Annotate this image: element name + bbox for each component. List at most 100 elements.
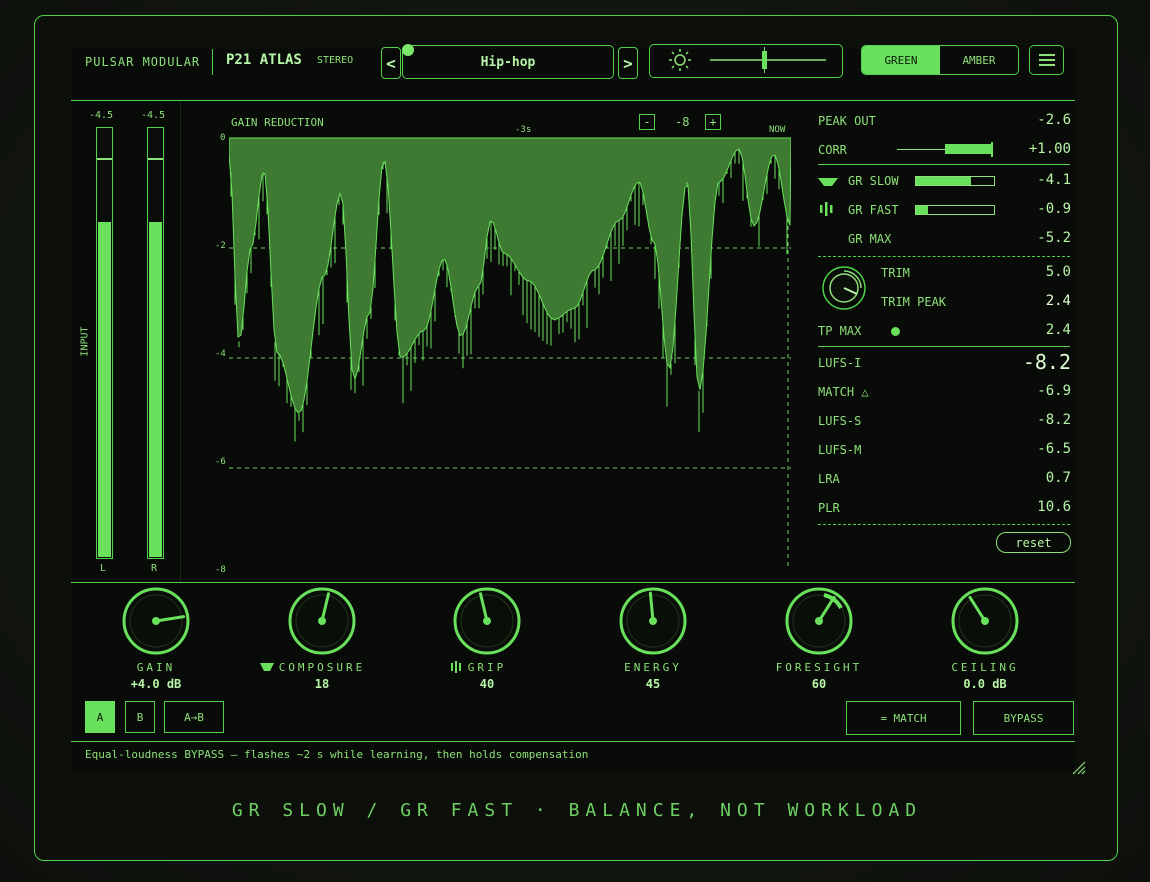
meter-right-label: R (151, 563, 158, 574)
meter-left-readout: -4.5 (89, 110, 114, 121)
gr-title: GAIN REDUCTION (231, 116, 324, 129)
match-value: -6.9 (1037, 383, 1071, 399)
trim-peak-value: 2.4 (1045, 293, 1071, 309)
menu-button[interactable] (1029, 45, 1064, 75)
peak-out-label: PEAK OUT (818, 114, 876, 128)
knob-gain[interactable] (121, 586, 191, 656)
brightness-control[interactable] (649, 44, 843, 78)
tp-max-value: 2.4 (1045, 322, 1071, 338)
knob-grip-label: GRIP (407, 661, 567, 674)
knob-composure-value: 18 (314, 677, 330, 691)
knob-foresight-label: FORESIGHT (775, 661, 863, 674)
bypass-button[interactable]: BYPASS (973, 701, 1074, 735)
brand-name: PULSAR MODULAR (85, 55, 201, 69)
meter-level (98, 222, 111, 557)
theme-toggle: GREEN AMBER (861, 45, 1019, 75)
stats-rule (818, 346, 1070, 347)
gr-ytick-2: -2 (215, 241, 226, 251)
knob-foresight[interactable] (784, 586, 854, 656)
plugin-frame: PULSAR MODULAR P21 ATLAS STEREO < Hip-ho… (34, 15, 1118, 861)
preset-selector[interactable]: Hip-hop (402, 45, 614, 79)
lufs-m-label: LUFS-M (818, 443, 862, 457)
tp-max-indicator-icon (891, 327, 900, 336)
knob-grip[interactable] (452, 586, 522, 656)
trim-peak-label: TRIM PEAK (881, 295, 947, 309)
brightness-slider-icon (669, 47, 826, 73)
ab-a-button[interactable]: A (85, 701, 115, 733)
gr-fast-value: -0.9 (1037, 201, 1071, 217)
gr-slow-icon (818, 178, 838, 186)
lufs-i-label: LUFS-I (818, 356, 862, 370)
knob-energy[interactable] (618, 586, 688, 656)
meter-left-label: L (100, 563, 107, 574)
resize-grip-icon[interactable] (1071, 760, 1087, 776)
trim-label: TRIM (881, 266, 910, 280)
gr-max-value: -5.2 (1037, 230, 1071, 246)
gr-slow-label: GR SLOW (848, 174, 899, 188)
model-name: P21 ATLAS (226, 52, 302, 68)
gr-ytick-4: -4 (215, 349, 226, 359)
chevron-right-icon: > (623, 53, 633, 73)
ab-copy-button[interactable]: A→B (164, 701, 224, 733)
trim-value: 5.0 (1045, 264, 1071, 280)
gr-max-label: GR MAX (848, 232, 892, 246)
theme-green-button[interactable]: GREEN (862, 46, 940, 74)
input-meter-right (147, 127, 164, 559)
stats-divider (818, 256, 1070, 257)
gr-zoom-out-button[interactable]: - (639, 114, 655, 130)
header-rule (71, 100, 1075, 101)
corr-value: +1.00 (1028, 141, 1071, 157)
knob-ceiling[interactable] (950, 586, 1020, 656)
meter-peak-hold (97, 158, 112, 161)
gr-zoom-value: -8 (675, 115, 690, 129)
knob-energy-value: 45 (645, 677, 661, 691)
gain-reduction-graph (229, 137, 791, 570)
status-bar-text: Equal-loudness BYPASS — flashes ~2 s whi… (85, 748, 589, 761)
grip-icon (450, 661, 461, 673)
gr-slow-bar-fill (916, 177, 971, 185)
ab-b-button[interactable]: B (125, 701, 155, 733)
knob-foresight-value: 60 (811, 677, 827, 691)
reset-button[interactable]: reset (996, 532, 1071, 553)
preset-name: Hip-hop (480, 54, 536, 70)
lra-label: LRA (818, 472, 840, 486)
preset-modified-dot-icon (402, 44, 414, 56)
lufs-i-value: -8.2 (1022, 350, 1071, 374)
knob-gain-label: GAIN (136, 661, 176, 674)
composure-icon (259, 663, 274, 671)
meter-divider (180, 102, 181, 582)
knob-gain-value: +4.0 dB (130, 677, 182, 691)
gr-fast-label: GR FAST (848, 203, 899, 217)
gr-zoom-in-button[interactable]: + (705, 114, 721, 130)
meter-level (149, 222, 162, 557)
input-meter-title: INPUT (79, 326, 91, 357)
knob-composure[interactable] (287, 586, 357, 656)
gr-slow-value: -4.1 (1037, 172, 1071, 188)
gr-ytick-0: 0 (220, 133, 226, 143)
channel-mode-label: STEREO (317, 55, 354, 66)
preset-prev-button[interactable]: < (381, 47, 401, 79)
gr-fast-icon (820, 202, 833, 216)
knob-energy-label: ENERGY (624, 661, 682, 674)
knob-composure-label: COMPOSURE (242, 661, 402, 674)
peak-out-value: -2.6 (1037, 112, 1071, 128)
preset-next-button[interactable]: > (618, 47, 638, 79)
section-rule (71, 582, 1075, 583)
footer-tagline: GR SLOW / GR FAST · BALANCE, NOT WORKLOA… (231, 800, 923, 821)
match-button[interactable]: = MATCH (846, 701, 961, 735)
match-label: MATCH △ (818, 385, 869, 399)
lufs-s-label: LUFS-S (818, 414, 862, 428)
knob-ceiling-value: 0.0 dB (963, 677, 1007, 691)
gr-fast-bar-fill (916, 206, 928, 214)
meter-right-readout: -4.5 (141, 110, 166, 121)
trim-dial-icon[interactable] (820, 264, 868, 312)
theme-amber-button[interactable]: AMBER (940, 46, 1018, 74)
knob-ceiling-label: CEILING (951, 661, 1019, 674)
meter-peak-hold (148, 158, 163, 161)
gr-ytick-6: -6 (215, 457, 226, 467)
header-divider (212, 49, 213, 75)
lra-value: 0.7 (1045, 470, 1071, 486)
lufs-m-value: -6.5 (1037, 441, 1071, 457)
gr-ytick-8: -8 (215, 565, 226, 575)
knob-grip-value: 40 (479, 677, 495, 691)
